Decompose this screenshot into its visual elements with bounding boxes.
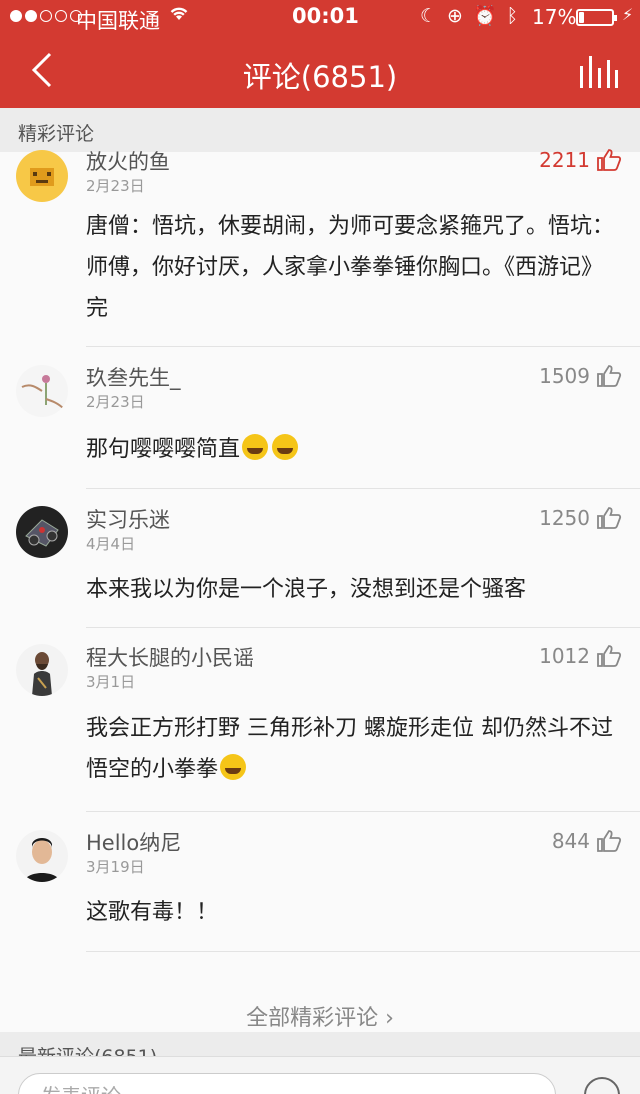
thumbs-up-icon xyxy=(597,365,622,387)
grimacing-emoji-icon xyxy=(220,754,247,780)
comment-date: 2月23日 xyxy=(86,177,145,195)
comment-text: 本来我以为你是一个浪子，没想到还是个骚客 xyxy=(86,577,527,602)
like-button[interactable]: 2211 xyxy=(539,148,622,172)
comment-text: 唐僧：悟坑，休要胡闹，为师可要念紧箍咒了。悟坑：师傅，你好讨厌，人家拿小拳拳锤你… xyxy=(86,214,615,321)
emoji-icon[interactable] xyxy=(584,1077,620,1094)
comment-author[interactable]: Hello纳尼 xyxy=(86,827,181,857)
playing-bars-icon[interactable] xyxy=(578,54,618,90)
navigation-bar: 评论(6851) xyxy=(0,36,640,108)
moon-icon: ☾ xyxy=(420,5,448,27)
thumbs-up-icon xyxy=(597,645,622,667)
section-title: 精彩评论 xyxy=(18,123,95,145)
like-count: 844 xyxy=(551,829,590,853)
comment-author[interactable]: 程大长腿的小民谣 xyxy=(86,642,254,672)
comment-item: Hello纳尼 3月19日 844 这歌有毒！！ xyxy=(16,812,640,952)
alarm-icon: ⏰ xyxy=(472,5,507,27)
like-button[interactable]: 1250 xyxy=(539,506,622,530)
comment-author[interactable]: 实习乐迷 xyxy=(86,504,170,534)
laughing-tears-emoji-icon xyxy=(242,434,269,460)
comment-date: 4月4日 xyxy=(86,535,136,553)
laughing-tears-emoji-icon xyxy=(272,434,299,460)
clock: 00:01 xyxy=(292,4,359,28)
comment-item: 程大长腿的小民谣 3月1日 1012 我会正方形打野 三角形补刀 螺旋形走位 却… xyxy=(16,628,640,812)
avatar[interactable] xyxy=(16,150,68,202)
comment-text: 那句嘤嘤嘤简直 xyxy=(86,429,620,470)
comment-item: 放火的鱼 2月23日 2211 唐僧：悟坑，休要胡闹，为师可要念紧箍咒了。悟坑：… xyxy=(16,148,640,347)
thumbs-up-icon xyxy=(597,830,622,852)
avatar[interactable] xyxy=(16,506,68,558)
comment-author[interactable]: 放火的鱼 xyxy=(86,146,170,176)
avatar[interactable] xyxy=(16,644,68,696)
comment-input[interactable]: 发表评论 xyxy=(18,1073,556,1094)
comment-text: 这歌有毒！！ xyxy=(86,900,219,925)
comment-input-placeholder: 发表评论 xyxy=(41,1080,121,1094)
like-button[interactable]: 1509 xyxy=(539,364,622,388)
like-count: 1509 xyxy=(539,364,590,388)
comment-date: 3月19日 xyxy=(86,858,145,876)
avatar[interactable] xyxy=(16,365,68,417)
battery-icon xyxy=(576,9,617,26)
wifi-icon xyxy=(168,3,190,27)
latest-comments-header: 最新评论(6851) xyxy=(0,1032,640,1056)
rotation-lock-icon: ⊕ xyxy=(447,5,473,27)
comment-text: 我会正方形打野 三角形补刀 螺旋形走位 却仍然斗不过悟空的小拳拳 xyxy=(86,716,613,782)
signal-strength-icon xyxy=(10,10,82,22)
battery-percentage: 17% xyxy=(532,5,577,29)
like-count: 2211 xyxy=(539,148,590,172)
like-count: 1250 xyxy=(539,506,590,530)
comment-date: 2月23日 xyxy=(86,393,145,411)
status-icons: ☾⊕⏰ᛒ xyxy=(420,4,528,27)
charging-icon: ⚡ xyxy=(622,5,634,24)
like-button[interactable]: 1012 xyxy=(539,644,622,668)
all-featured-comments: 全部精彩评论 › xyxy=(0,948,640,1032)
status-bar: 中国联通 00:01 ☾⊕⏰ᛒ 17% ⚡ xyxy=(0,0,640,36)
all-featured-comments-link[interactable]: 全部精彩评论 › xyxy=(246,974,394,1032)
like-count: 1012 xyxy=(539,644,590,668)
comment-author[interactable]: 玖叁先生_ xyxy=(86,362,181,392)
comment-input-bar: 发表评论 xyxy=(0,1056,640,1094)
page-title: 评论(6851) xyxy=(242,60,398,94)
chevron-right-icon: › xyxy=(385,1006,394,1031)
like-button[interactable]: 844 xyxy=(552,829,622,853)
comment-list: 放火的鱼 2月23日 2211 唐僧：悟坑，休要胡闹，为师可要念紧箍咒了。悟坑：… xyxy=(0,148,640,952)
bluetooth-icon: ᛒ xyxy=(506,5,529,27)
comment-item: 玖叁先生_ 2月23日 1509 那句嘤嘤嘤简直 xyxy=(16,347,640,489)
thumbs-up-icon xyxy=(597,507,622,529)
carrier-name: 中国联通 xyxy=(76,9,160,33)
comment-date: 3月1日 xyxy=(86,673,136,691)
avatar[interactable] xyxy=(16,830,68,882)
comment-item: 实习乐迷 4月4日 1250 本来我以为你是一个浪子，没想到还是个骚客 xyxy=(16,489,640,628)
thumbs-up-icon xyxy=(597,149,622,171)
section-title: 最新评论(6851) xyxy=(18,1042,157,1056)
